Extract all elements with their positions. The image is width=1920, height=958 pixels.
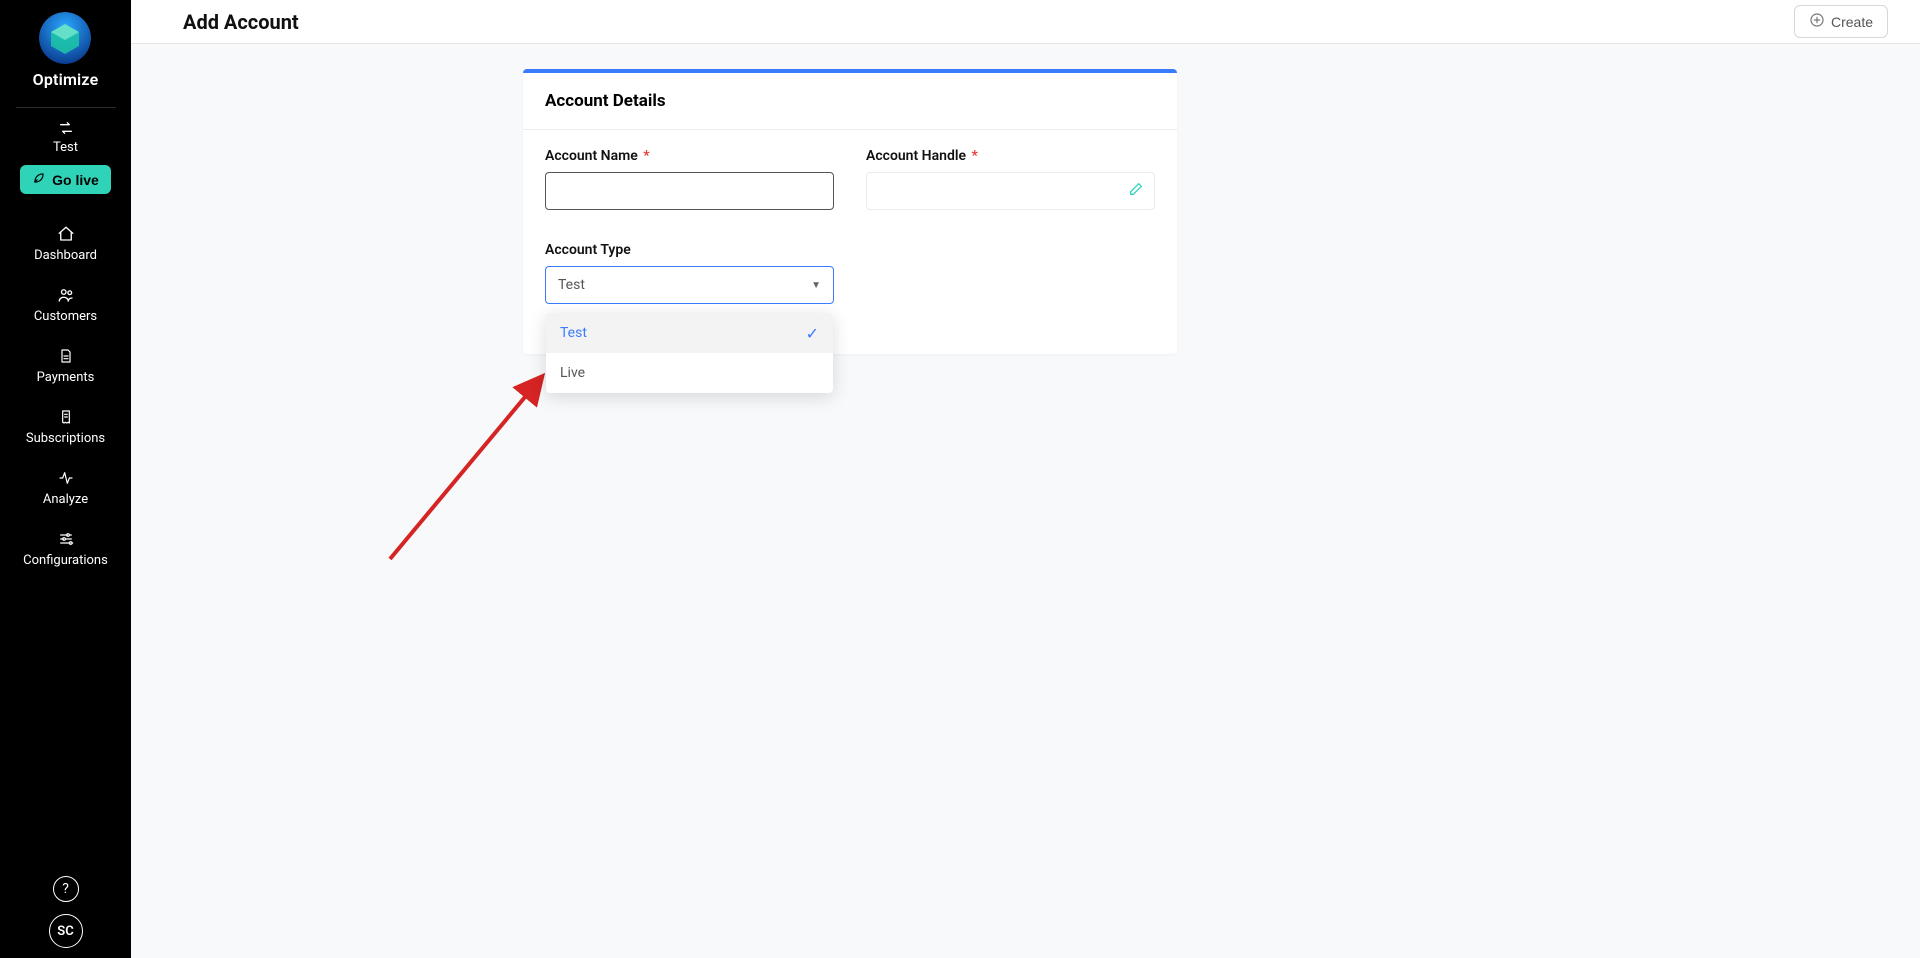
- avatar-initials: SC: [57, 924, 73, 939]
- account-type-select[interactable]: Test ▼ Test ✓ Live: [545, 266, 834, 304]
- account-type-field: Account Type Test ▼ Test ✓ Live: [545, 242, 834, 304]
- account-details-card: Account Details Account Name * Account H…: [523, 69, 1177, 354]
- users-icon: [56, 285, 76, 305]
- pencil-icon[interactable]: [1128, 181, 1144, 201]
- brand-logo-icon: [39, 12, 91, 64]
- sidebar: Optimize Test Go live Dashboard Customer…: [0, 0, 131, 958]
- label-text: Account Name: [545, 148, 638, 164]
- account-handle-label: Account Handle *: [866, 148, 1155, 164]
- nav-item-dashboard[interactable]: Dashboard: [0, 224, 131, 263]
- plus-circle-icon: [1809, 12, 1825, 31]
- nav-label: Configurations: [23, 553, 108, 568]
- label-text: Account Handle: [866, 148, 966, 164]
- account-handle-field: Account Handle *: [866, 148, 1155, 210]
- swap-icon: [57, 120, 75, 136]
- account-name-input[interactable]: [545, 172, 834, 210]
- account-type-dropdown: Test ✓ Live: [546, 313, 833, 393]
- help-icon: ?: [62, 881, 69, 897]
- account-handle-input[interactable]: [866, 172, 1155, 210]
- divider: [16, 107, 116, 108]
- account-type-value: Test: [558, 277, 585, 293]
- nav-label: Payments: [37, 370, 95, 385]
- nav-item-customers[interactable]: Customers: [0, 285, 131, 324]
- rocket-icon: [32, 171, 46, 188]
- activity-icon: [56, 468, 76, 488]
- check-icon: ✓: [806, 324, 819, 343]
- home-icon: [56, 224, 76, 244]
- brand-name: Optimize: [33, 70, 99, 89]
- nav-label: Analyze: [43, 492, 88, 507]
- nav-item-configurations[interactable]: Configurations: [0, 529, 131, 568]
- required-indicator: *: [971, 148, 977, 164]
- account-type-label: Account Type: [545, 242, 834, 258]
- account-type-option-test[interactable]: Test ✓: [546, 313, 833, 353]
- brand-block: Optimize: [33, 12, 99, 99]
- nav: Dashboard Customers Payments Subscriptio…: [0, 224, 131, 568]
- nav-item-payments[interactable]: Payments: [0, 346, 131, 385]
- go-live-button[interactable]: Go live: [20, 165, 111, 194]
- create-label: Create: [1831, 14, 1873, 30]
- content-area: Account Details Account Name * Account H…: [131, 44, 1920, 958]
- go-live-label: Go live: [52, 172, 99, 188]
- topbar: Add Account Create: [131, 0, 1920, 44]
- required-indicator: *: [643, 148, 649, 164]
- sliders-icon: [56, 529, 76, 549]
- caret-down-icon: ▼: [811, 280, 821, 291]
- account-name-field: Account Name *: [545, 148, 834, 210]
- nav-label: Dashboard: [34, 248, 97, 263]
- mode-label: Test: [53, 140, 78, 155]
- receipt-icon: [56, 407, 76, 427]
- option-label: Test: [560, 325, 587, 341]
- card-title: Account Details: [523, 73, 1177, 130]
- account-type-option-live[interactable]: Live: [546, 353, 833, 393]
- sidebar-bottom: ? SC: [0, 876, 131, 948]
- create-button[interactable]: Create: [1794, 5, 1888, 38]
- document-icon: [56, 346, 76, 366]
- nav-item-subscriptions[interactable]: Subscriptions: [0, 407, 131, 446]
- nav-label: Customers: [34, 309, 97, 324]
- option-label: Live: [560, 365, 585, 381]
- help-button[interactable]: ?: [53, 876, 79, 902]
- card-body: Account Name * Account Handle * Account …: [523, 130, 1177, 354]
- nav-label: Subscriptions: [26, 431, 105, 446]
- avatar[interactable]: SC: [49, 914, 83, 948]
- annotation-arrow-icon: [385, 364, 555, 564]
- account-name-label: Account Name *: [545, 148, 834, 164]
- page-title: Add Account: [183, 10, 299, 34]
- nav-item-analyze[interactable]: Analyze: [0, 468, 131, 507]
